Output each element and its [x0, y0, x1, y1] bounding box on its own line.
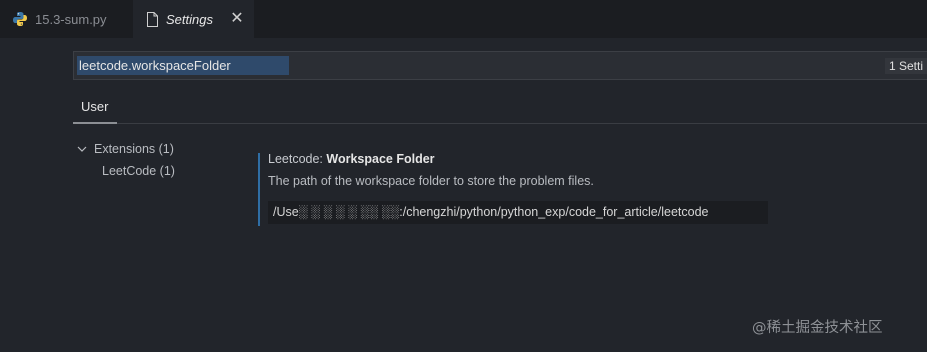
tab-label: Settings: [166, 11, 213, 27]
workspace-folder-input[interactable]: [268, 201, 768, 224]
setting-title: Leetcode: Workspace Folder: [268, 152, 435, 166]
editor-tab-bar: 15.3-sum.py Settings ✕: [0, 0, 927, 38]
setting-category: Leetcode:: [268, 152, 327, 166]
watermark: @稀土掘金技术社区: [752, 320, 883, 336]
toc-extensions-label: Extensions (1): [94, 142, 174, 156]
search-input[interactable]: [77, 56, 289, 75]
setting-name: Workspace Folder: [326, 152, 435, 166]
result-count-badge: 1 Setti: [885, 58, 927, 74]
toc-extensions[interactable]: Extensions (1): [76, 142, 174, 156]
close-icon[interactable]: ✕: [229, 11, 245, 27]
file-icon: [147, 11, 158, 27]
tab-settings[interactable]: Settings ✕: [133, 0, 254, 38]
tab-label: 15.3-sum.py: [35, 11, 107, 27]
active-scope-indicator: [73, 122, 117, 124]
tab-sum-py[interactable]: 15.3-sum.py: [0, 0, 133, 38]
tab-user-scope[interactable]: User: [81, 99, 108, 114]
setting-description: The path of the workspace folder to stor…: [268, 174, 594, 188]
python-icon: [13, 12, 27, 26]
toc-leetcode[interactable]: LeetCode (1): [102, 164, 175, 178]
settings-search-box[interactable]: [73, 51, 927, 80]
scope-divider: [73, 123, 927, 124]
setting-focus-indicator: [258, 153, 260, 226]
chevron-down-icon: [77, 146, 87, 152]
